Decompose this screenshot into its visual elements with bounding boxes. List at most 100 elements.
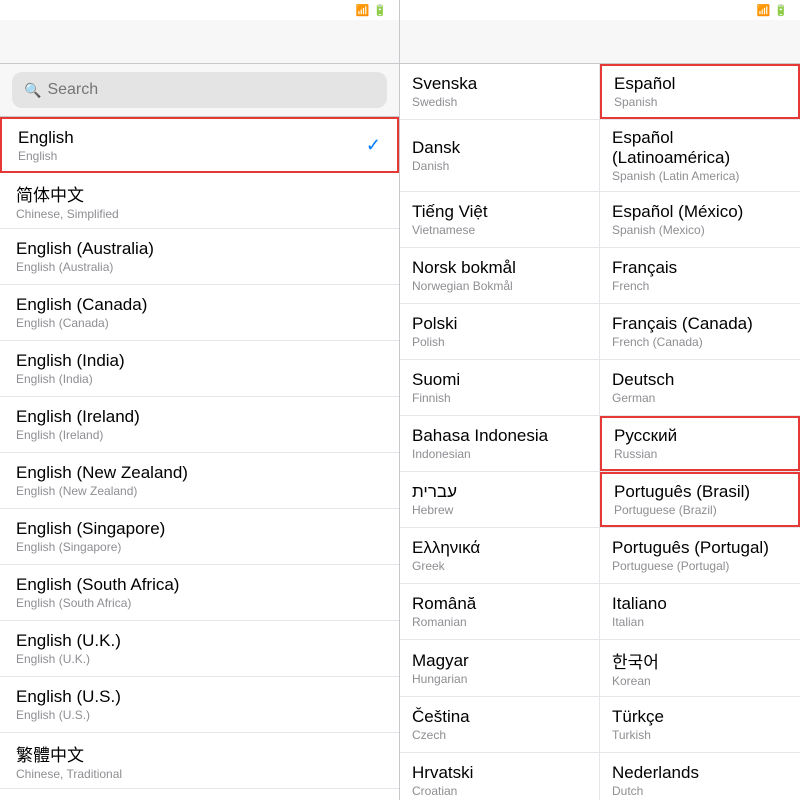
lang-sub: English (Australia) <box>16 260 154 274</box>
dual-cell[interactable]: ΕλληνικάGreek <box>400 528 600 583</box>
lang-name: English (Australia) <box>16 239 154 259</box>
lang-sub: Spanish (Latin America) <box>612 169 788 183</box>
wifi-icon: 📶 <box>356 4 370 17</box>
lang-name: Suomi <box>412 370 587 390</box>
checkmark-icon: ✓ <box>366 135 381 156</box>
lang-name: Svenska <box>412 74 587 94</box>
lang-name: Ελληνικά <box>412 538 587 558</box>
dual-cell[interactable]: Tiếng ViệtVietnamese <box>400 192 600 247</box>
right-battery-icon: 🔋 <box>774 4 788 17</box>
dual-cell[interactable]: TürkçeTurkish <box>600 697 800 752</box>
lang-name: English (New Zealand) <box>16 463 188 483</box>
right-status-bar: 📶 🔋 <box>400 0 800 20</box>
lang-name: Čeština <box>412 707 587 727</box>
lang-sub: Vietnamese <box>412 223 587 237</box>
lang-sub: Romanian <box>412 615 587 629</box>
left-language-list: EnglishEnglish✓简体中文Chinese, SimplifiedEn… <box>0 117 399 800</box>
dual-cell[interactable]: עבריתHebrew <box>400 472 600 527</box>
dual-cell[interactable]: PolskiPolish <box>400 304 600 359</box>
lang-name: Tiếng Việt <box>412 202 587 222</box>
left-lang-item[interactable]: English (Australia)English (Australia) <box>0 229 399 285</box>
lang-sub: Norwegian Bokmål <box>412 279 587 293</box>
dual-cell[interactable]: SuomiFinnish <box>400 360 600 415</box>
left-lang-item[interactable]: English (India)English (India) <box>0 341 399 397</box>
left-search-input[interactable] <box>47 81 375 99</box>
left-lang-item[interactable]: 繁體中文Chinese, Traditional <box>0 733 399 789</box>
dual-cell[interactable]: ItalianoItalian <box>600 584 800 639</box>
left-lang-item[interactable]: 简体中文Chinese, Simplified <box>0 173 399 229</box>
dual-row: Bahasa IndonesiaIndonesianРусскийRussian <box>400 416 800 472</box>
dual-cell[interactable]: Español (Latinoamérica)Spanish (Latin Am… <box>600 120 800 191</box>
lang-name: Español <box>614 74 786 94</box>
dual-cell[interactable]: ČeštinaCzech <box>400 697 600 752</box>
left-lang-item[interactable]: English (New Zealand)English (New Zealan… <box>0 453 399 509</box>
left-status-bar: 📶 🔋 <box>0 0 399 20</box>
dual-cell[interactable]: SvenskaSwedish <box>400 64 600 119</box>
dual-row: PolskiPolishFrançais (Canada)French (Can… <box>400 304 800 360</box>
lang-sub: French (Canada) <box>612 335 788 349</box>
right-panel: 📶 🔋 SvenskaSwedishEspañolSpanishDanskDan… <box>400 0 800 800</box>
lang-name: Português (Brasil) <box>614 482 786 502</box>
dual-cell[interactable]: FrançaisFrench <box>600 248 800 303</box>
dual-cell[interactable]: Français (Canada)French (Canada) <box>600 304 800 359</box>
left-lang-item[interactable]: 繁體中文（香港）Chinese, Traditional (Hong Kong) <box>0 789 399 800</box>
dual-row: Norsk bokmålNorwegian BokmålFrançaisFren… <box>400 248 800 304</box>
lang-name: Türkçe <box>612 707 788 727</box>
left-search-bar[interactable]: 🔍 <box>12 72 387 108</box>
dual-cell[interactable]: RomânăRomanian <box>400 584 600 639</box>
lang-name: Magyar <box>412 651 587 671</box>
lang-name: English (U.S.) <box>16 687 121 707</box>
lang-name: Polski <box>412 314 587 334</box>
left-lang-item[interactable]: English (Singapore)English (Singapore) <box>0 509 399 565</box>
lang-sub: English (India) <box>16 372 125 386</box>
lang-name: English (South Africa) <box>16 575 179 595</box>
lang-name: Русский <box>614 426 786 446</box>
dual-cell[interactable]: DanskDanish <box>400 120 600 191</box>
right-wifi-icon: 📶 <box>757 4 771 17</box>
left-lang-item[interactable]: English (Ireland)English (Ireland) <box>0 397 399 453</box>
dual-cell[interactable]: EspañolSpanish <box>600 64 800 119</box>
lang-sub: Czech <box>412 728 587 742</box>
dual-row: SvenskaSwedishEspañolSpanish <box>400 64 800 120</box>
lang-name: English (Ireland) <box>16 407 140 427</box>
lang-sub: English (U.K.) <box>16 652 121 666</box>
lang-name: Dansk <box>412 138 587 158</box>
dual-row: ČeštinaCzechTürkçeTurkish <box>400 697 800 753</box>
dual-cell[interactable]: HrvatskiCroatian <box>400 753 600 800</box>
dual-cell[interactable]: 한국어Korean <box>600 640 800 696</box>
dual-cell[interactable]: MagyarHungarian <box>400 640 600 696</box>
left-lang-item[interactable]: English (U.K.)English (U.K.) <box>0 621 399 677</box>
dual-row: RomânăRomanianItalianoItalian <box>400 584 800 640</box>
left-lang-item[interactable]: English (Canada)English (Canada) <box>0 285 399 341</box>
left-lang-item[interactable]: English (South Africa)English (South Afr… <box>0 565 399 621</box>
lang-name: Hrvatski <box>412 763 587 783</box>
dual-cell[interactable]: Português (Portugal)Portuguese (Portugal… <box>600 528 800 583</box>
lang-name: Français (Canada) <box>612 314 788 334</box>
left-panel: 📶 🔋 🔍 EnglishEnglish✓简体中文Chinese, Simpli… <box>0 0 400 800</box>
lang-name: English (U.K.) <box>16 631 121 651</box>
lang-name: Română <box>412 594 587 614</box>
dual-cell[interactable]: РусскийRussian <box>600 416 800 471</box>
left-lang-item[interactable]: EnglishEnglish✓ <box>0 117 399 173</box>
left-lang-item[interactable]: English (U.S.)English (U.S.) <box>0 677 399 733</box>
dual-cell[interactable]: Norsk bokmålNorwegian Bokmål <box>400 248 600 303</box>
lang-sub: Portuguese (Brazil) <box>614 503 786 517</box>
lang-sub: Finnish <box>412 391 587 405</box>
battery-icon: 🔋 <box>373 4 387 17</box>
lang-sub: Chinese, Traditional <box>16 767 122 781</box>
dual-cell[interactable]: DeutschGerman <box>600 360 800 415</box>
lang-name: English (India) <box>16 351 125 371</box>
lang-sub: Russian <box>614 447 786 461</box>
dual-row: ΕλληνικάGreekPortuguês (Portugal)Portugu… <box>400 528 800 584</box>
lang-sub: English (New Zealand) <box>16 484 188 498</box>
dual-cell[interactable]: Bahasa IndonesiaIndonesian <box>400 416 600 471</box>
dual-cell[interactable]: NederlandsDutch <box>600 753 800 800</box>
dual-cell[interactable]: Português (Brasil)Portuguese (Brazil) <box>600 472 800 527</box>
dual-cell[interactable]: Español (México)Spanish (Mexico) <box>600 192 800 247</box>
lang-sub: English <box>18 149 74 163</box>
left-search-container: 🔍 <box>0 64 399 117</box>
lang-name: 繁體中文 <box>16 741 122 766</box>
lang-sub: English (U.S.) <box>16 708 121 722</box>
lang-sub: Spanish <box>614 95 786 109</box>
lang-sub: Korean <box>612 674 788 688</box>
